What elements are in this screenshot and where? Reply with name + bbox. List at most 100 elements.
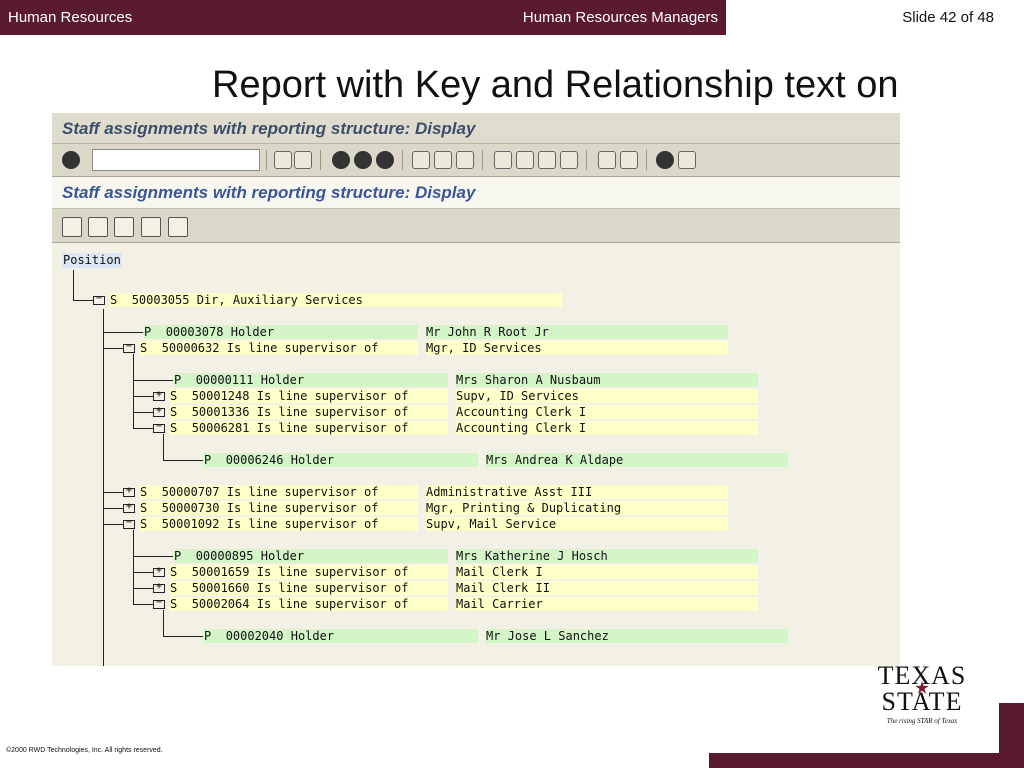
tree-row[interactable]: P 00000111 Holder bbox=[174, 373, 448, 387]
shortcut-icon[interactable] bbox=[620, 151, 638, 169]
row-type: S bbox=[170, 581, 178, 595]
tree-row[interactable]: P 00006246 Holder bbox=[204, 453, 478, 467]
tree-connector bbox=[163, 636, 203, 637]
find-icon[interactable] bbox=[434, 151, 452, 169]
tree-row-target: Accounting Clerk I bbox=[456, 421, 758, 435]
refresh-icon[interactable] bbox=[88, 217, 108, 237]
folder-expanded-icon[interactable] bbox=[123, 517, 135, 529]
tree-row-target: Mr Jose L Sanchez bbox=[486, 629, 788, 643]
tree-connector bbox=[133, 572, 153, 573]
row-type: S bbox=[170, 565, 178, 579]
create-session-icon[interactable] bbox=[598, 151, 616, 169]
tree-connector bbox=[163, 460, 203, 461]
row-id: 50000730 bbox=[161, 501, 220, 515]
folder-collapsed-icon[interactable] bbox=[123, 485, 135, 497]
folder-expanded-icon[interactable] bbox=[153, 421, 165, 433]
row-id: 50001092 bbox=[161, 517, 220, 531]
row-relationship: Holder bbox=[260, 373, 305, 387]
column-config-icon[interactable] bbox=[168, 217, 188, 237]
tree-connector bbox=[133, 354, 134, 397]
tree-row[interactable]: P 00000895 Holder bbox=[174, 549, 448, 563]
previous-page-icon[interactable] bbox=[516, 151, 534, 169]
exit-icon[interactable] bbox=[354, 151, 372, 169]
tree-connector bbox=[103, 348, 123, 349]
tree-row[interactable]: S 50001659 Is line supervisor of bbox=[170, 565, 448, 579]
tree-root-position[interactable]: Position bbox=[62, 253, 122, 268]
tree-row-target: Mrs Andrea K Aldape bbox=[486, 453, 788, 467]
tree-row-target: Administrative Asst III bbox=[426, 485, 728, 499]
tree-connector bbox=[133, 412, 153, 413]
row-type: S bbox=[140, 517, 148, 531]
print-icon[interactable] bbox=[412, 151, 430, 169]
logo-tagline: The rising STAR of Texas bbox=[886, 717, 958, 725]
slide: Human Resources Human Resources Managers… bbox=[0, 0, 1024, 768]
tree-row-target: Mgr, Printing & Duplicating bbox=[426, 501, 728, 515]
next-page-icon[interactable] bbox=[538, 151, 556, 169]
tree-connector bbox=[133, 530, 134, 605]
row-id: 50001659 bbox=[191, 565, 250, 579]
texas-state-logo: TEXAS STATE The rising STAR of Texas bbox=[872, 663, 972, 726]
row-type: P bbox=[174, 549, 182, 563]
save-icon[interactable] bbox=[294, 151, 312, 169]
row-type: P bbox=[144, 325, 152, 339]
layout-menu-icon[interactable] bbox=[678, 151, 696, 169]
row-id: 00000895 bbox=[195, 549, 254, 563]
tree-row[interactable]: P 00003078 Holder bbox=[144, 325, 418, 339]
row-type: S bbox=[170, 405, 178, 419]
tree-row[interactable]: S 50002064 Is line supervisor of bbox=[170, 597, 448, 611]
row-type: S bbox=[140, 501, 148, 515]
back-arrow-icon[interactable] bbox=[274, 151, 292, 169]
folder-collapsed-icon[interactable] bbox=[153, 405, 165, 417]
application-toolbar bbox=[52, 208, 900, 243]
tree-connector bbox=[73, 270, 74, 300]
help-icon[interactable] bbox=[656, 151, 674, 169]
tree-row[interactable]: S 50001660 Is line supervisor of bbox=[170, 581, 448, 595]
folder-expanded-icon[interactable] bbox=[123, 341, 135, 353]
tree-row-target: Mrs Sharon A Nusbaum bbox=[456, 373, 758, 387]
folder-expanded-icon[interactable] bbox=[93, 293, 105, 305]
row-type: P bbox=[204, 629, 212, 643]
tree-row[interactable]: S 50000632 Is line supervisor of bbox=[140, 341, 418, 355]
folder-collapsed-icon[interactable] bbox=[153, 565, 165, 577]
row-id: 00000111 bbox=[195, 373, 254, 387]
standard-toolbar bbox=[52, 144, 900, 177]
row-relationship: Holder bbox=[230, 325, 275, 339]
footer-side-bar bbox=[999, 703, 1024, 768]
cancel-icon[interactable] bbox=[376, 151, 394, 169]
row-relationship: Holder bbox=[260, 549, 305, 563]
folder-collapsed-icon[interactable] bbox=[153, 389, 165, 401]
structure-tree: Position S 50003055 Dir, Auxiliary Servi… bbox=[52, 243, 900, 666]
slide-counter: Slide 42 of 48 bbox=[902, 9, 994, 26]
tree-row[interactable]: S 50000730 Is line supervisor of bbox=[140, 501, 418, 515]
back-icon[interactable] bbox=[332, 151, 350, 169]
tree-row[interactable]: S 50001336 Is line supervisor of bbox=[170, 405, 448, 419]
folder-collapsed-icon[interactable] bbox=[123, 501, 135, 513]
folder-expanded-icon[interactable] bbox=[153, 597, 165, 609]
find-next-icon[interactable] bbox=[456, 151, 474, 169]
row-id: 50001248 bbox=[191, 389, 250, 403]
folder-collapsed-icon[interactable] bbox=[153, 581, 165, 593]
expand-subtree-icon[interactable] bbox=[114, 217, 134, 237]
collapse-subtree-icon[interactable] bbox=[141, 217, 161, 237]
tree-row[interactable]: S 50006281 Is line supervisor of bbox=[170, 421, 448, 435]
tree-row[interactable]: S 50001092 Is line supervisor of bbox=[140, 517, 418, 531]
tree-connector bbox=[133, 588, 153, 589]
tree-row[interactable]: S 50000707 Is line supervisor of bbox=[140, 485, 418, 499]
last-page-icon[interactable] bbox=[560, 151, 578, 169]
first-page-icon[interactable] bbox=[494, 151, 512, 169]
row-type: S bbox=[110, 293, 118, 307]
tree-connector bbox=[163, 610, 164, 636]
tree-row[interactable]: S 50003055 Dir, Auxiliary Services bbox=[110, 293, 562, 307]
enter-check-icon[interactable] bbox=[62, 151, 80, 169]
tree-row[interactable]: P 00002040 Holder bbox=[204, 629, 478, 643]
tree-row-target: Mail Clerk I bbox=[456, 565, 758, 579]
tree-row[interactable]: S 50001248 Is line supervisor of bbox=[170, 389, 448, 403]
tree-connector bbox=[103, 492, 123, 493]
command-field[interactable] bbox=[92, 149, 260, 171]
copyright-notice: ©2000 RWD Technologies, Inc. All rights … bbox=[6, 747, 163, 754]
row-relationship: Is line supervisor of bbox=[226, 501, 379, 515]
row-type: S bbox=[170, 421, 178, 435]
tree-connector bbox=[133, 428, 153, 429]
edit-pencil-icon[interactable] bbox=[62, 217, 82, 237]
row-id: 00002040 bbox=[225, 629, 284, 643]
